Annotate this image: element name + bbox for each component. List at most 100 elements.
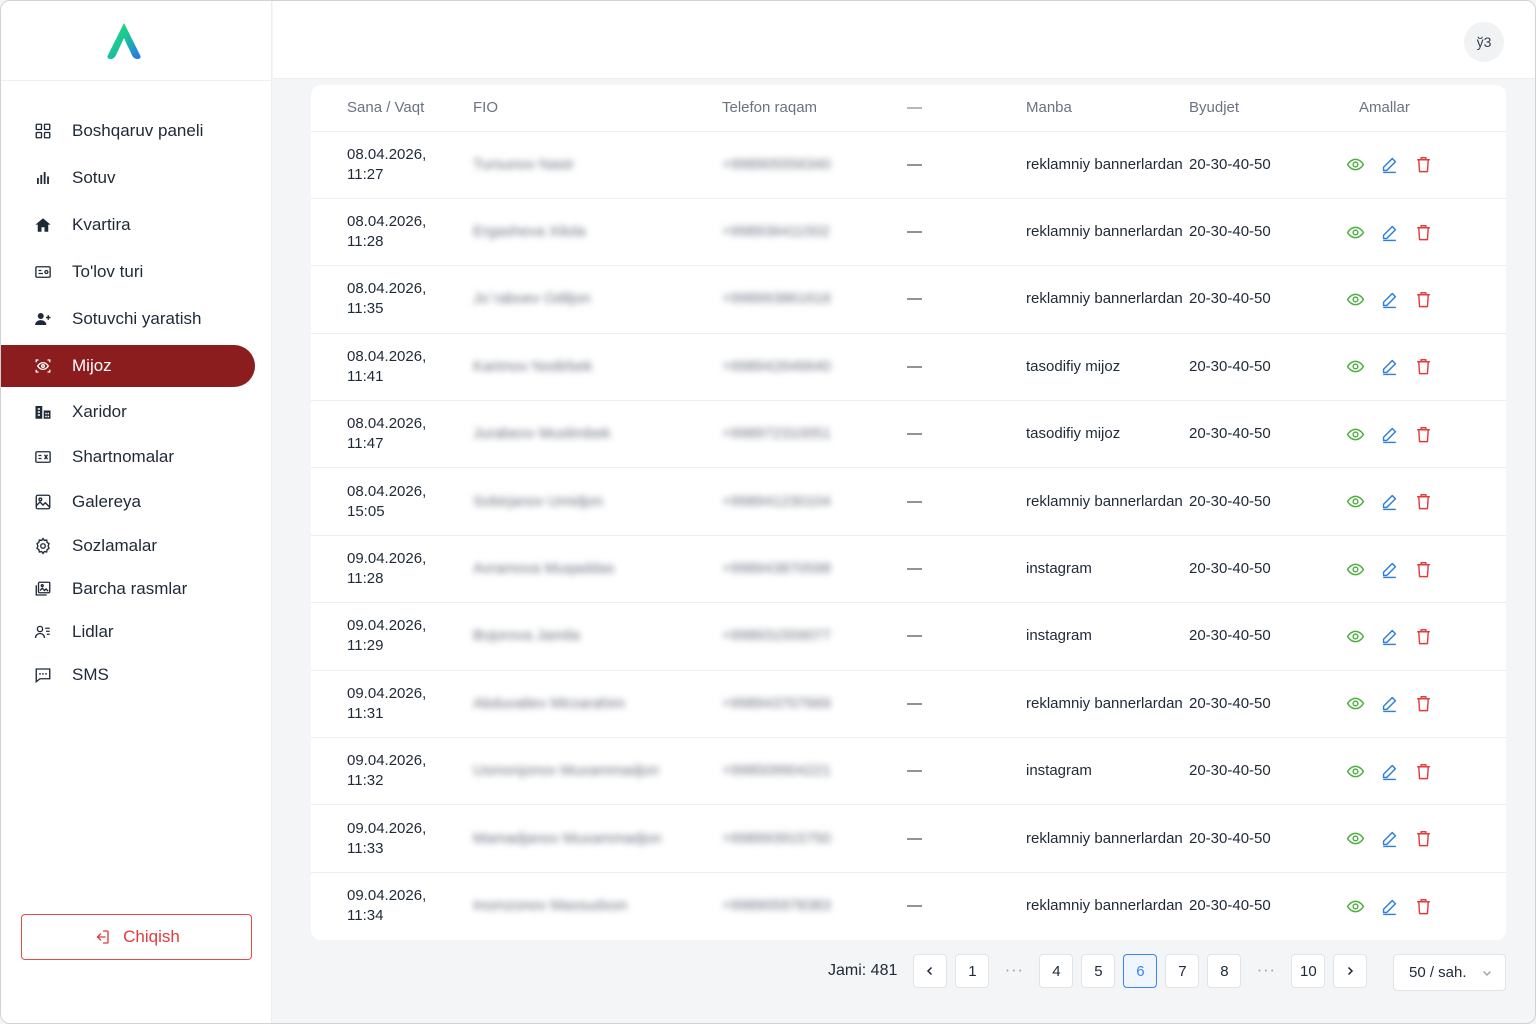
cell-actions <box>1339 131 1506 199</box>
delete-trash-icon[interactable] <box>1413 222 1433 242</box>
fio-text: Tursunov Nasir <box>473 155 575 173</box>
delete-trash-icon[interactable] <box>1413 626 1433 646</box>
edit-pencil-icon[interactable] <box>1379 357 1399 377</box>
delete-trash-icon[interactable] <box>1413 289 1433 309</box>
page-button-5[interactable]: 5 <box>1081 954 1116 988</box>
delete-trash-icon[interactable] <box>1413 424 1433 444</box>
view-eye-icon[interactable] <box>1345 559 1365 579</box>
table-row[interactable]: 09.04.2026, 11:34 Inomzonov Maxsudxon +9989… <box>311 872 1506 939</box>
sidebar-item-galereya[interactable]: Galereya <box>1 481 255 523</box>
pagination-ellipsis[interactable]: • • • <box>997 954 1031 988</box>
date-text: 09.04.2026, <box>347 550 427 568</box>
table-row[interactable]: 09.04.2026, 11:33 Mamadjanov Muxammadjon +9… <box>311 804 1506 873</box>
edit-pencil-icon[interactable] <box>1379 559 1399 579</box>
table-row[interactable]: 08.04.2026, 11:28 Ergasheva Xilola +9989364… <box>311 198 1506 267</box>
next-page-button[interactable] <box>1333 954 1368 988</box>
cell-phone: +998936411502 <box>722 198 907 267</box>
table-row[interactable]: 08.04.2026, 15:05 Sobirjanov Umidjon +99894… <box>311 467 1506 536</box>
edit-pencil-icon[interactable] <box>1379 492 1399 512</box>
sidebar-item-xaridor[interactable]: Xaridor <box>1 391 255 433</box>
edit-pencil-icon[interactable] <box>1379 155 1399 175</box>
view-eye-icon[interactable] <box>1345 626 1365 646</box>
page-list: 1 • • • 4 5 6 7 8 • • • 10 <box>955 954 1333 988</box>
sidebar-item-shartnomalar[interactable]: Shartnomalar <box>1 436 255 478</box>
language-switch-button[interactable]: ў3 <box>1464 22 1504 62</box>
edit-pencil-icon[interactable] <box>1379 829 1399 849</box>
table-row[interactable]: 08.04.2026, 11:35 Jo`raboev Odiljon +998993… <box>311 265 1506 334</box>
cell-date: 08.04.2026, 11:35 <box>311 265 473 334</box>
delete-trash-icon[interactable] <box>1413 559 1433 579</box>
sidebar-item-sms[interactable]: SMS <box>1 654 255 696</box>
cell-dash: — <box>907 131 1026 199</box>
edit-pencil-icon[interactable] <box>1379 424 1399 444</box>
table-row[interactable]: 08.04.2026, 11:41 Karimov Nodirbek +9989426… <box>311 333 1506 402</box>
page-button-10[interactable]: 10 <box>1291 954 1326 988</box>
cell-fio: Jo`raboev Odiljon <box>473 265 722 334</box>
page-button-6[interactable]: 6 <box>1123 954 1158 988</box>
view-eye-icon[interactable] <box>1345 289 1365 309</box>
sidebar-item-barcha-rasmlar[interactable]: Barcha rasmlar <box>1 568 255 610</box>
cell-dash: — <box>907 602 1026 671</box>
sidebar-item-kvartira[interactable]: Kvartira <box>1 204 255 246</box>
time-text: 11:29 <box>347 637 384 655</box>
sidebar-item-sotuv[interactable]: Sotuv <box>1 157 255 199</box>
cell-dash: — <box>907 265 1026 334</box>
page-button-8[interactable]: 8 <box>1207 954 1242 988</box>
edit-pencil-icon[interactable] <box>1379 896 1399 916</box>
column-header-date[interactable]: Sana / Vaqt <box>311 85 473 132</box>
view-eye-icon[interactable] <box>1345 694 1365 714</box>
table-row[interactable]: 09.04.2026, 11:32 Usmonjonov Muxammadjon +9… <box>311 737 1506 806</box>
cell-date: 09.04.2026, 11:34 <box>311 872 473 939</box>
page-button-4[interactable]: 4 <box>1039 954 1074 988</box>
column-header-budget[interactable]: Byudjet <box>1189 85 1339 132</box>
view-eye-icon[interactable] <box>1345 492 1365 512</box>
edit-pencil-icon[interactable] <box>1379 222 1399 242</box>
edit-pencil-icon[interactable] <box>1379 289 1399 309</box>
page-button-7[interactable]: 7 <box>1165 954 1200 988</box>
cell-budget: 20-30-40-50 <box>1189 467 1339 536</box>
view-eye-icon[interactable] <box>1345 761 1365 781</box>
edit-pencil-icon[interactable] <box>1379 761 1399 781</box>
view-eye-icon[interactable] <box>1345 829 1365 849</box>
table-row[interactable]: 09.04.2026, 11:28 Avramova Muqaddas +998943… <box>311 535 1506 604</box>
view-eye-icon[interactable] <box>1345 357 1365 377</box>
delete-trash-icon[interactable] <box>1413 896 1433 916</box>
sidebar-item-lidlar[interactable]: Lidlar <box>1 611 255 653</box>
delete-trash-icon[interactable] <box>1413 761 1433 781</box>
sidebar-item-sotuvchi-yaratish[interactable]: Sotuvchi yaratish <box>1 298 255 340</box>
table-row[interactable]: 08.04.2026, 11:47 Jurabeov Muslimbek +99897… <box>311 400 1506 469</box>
prev-page-button[interactable] <box>913 954 948 988</box>
cell-source: reklamniy bannerlardan <box>1026 897 1183 915</box>
page-button-1[interactable]: 1 <box>955 954 990 988</box>
date-text: 09.04.2026, <box>347 684 427 702</box>
edit-pencil-icon[interactable] <box>1379 626 1399 646</box>
view-eye-icon[interactable] <box>1345 896 1365 916</box>
sidebar-item-mijoz[interactable]: Mijoz <box>1 345 255 387</box>
column-header-actions: Amallar <box>1339 85 1506 132</box>
view-eye-icon[interactable] <box>1345 155 1365 175</box>
view-eye-icon[interactable] <box>1345 424 1365 444</box>
delete-trash-icon[interactable] <box>1413 492 1433 512</box>
delete-trash-icon[interactable] <box>1413 829 1433 849</box>
logo-area <box>1 1 271 81</box>
delete-trash-icon[interactable] <box>1413 694 1433 714</box>
table-row[interactable]: 08.04.2026, 11:27 Tursunov Nasir +998905556… <box>311 131 1506 199</box>
app-logo-icon[interactable] <box>102 21 146 61</box>
cell-date: 09.04.2026, 11:33 <box>311 804 473 873</box>
page-size-select[interactable]: 50 / sah. <box>1393 954 1506 991</box>
delete-trash-icon[interactable] <box>1413 155 1433 175</box>
cell-date: 09.04.2026, 11:28 <box>311 535 473 604</box>
view-eye-icon[interactable] <box>1345 222 1365 242</box>
column-header-phone[interactable]: Telefon raqam <box>722 85 907 132</box>
sidebar-item-boshqaruv-paneli[interactable]: Boshqaruv paneli <box>1 110 255 152</box>
logout-button[interactable]: Chiqish <box>21 914 252 960</box>
sidebar-item-to-lov-turi[interactable]: To'lov turi <box>1 251 255 293</box>
column-header-source[interactable]: Manba <box>1026 85 1189 132</box>
edit-pencil-icon[interactable] <box>1379 694 1399 714</box>
sidebar-item-sozlamalar[interactable]: Sozlamalar <box>1 525 255 567</box>
pagination-ellipsis[interactable]: • • • <box>1249 954 1283 988</box>
table-row[interactable]: 09.04.2026, 11:29 Bojorova Jamila +99893155… <box>311 602 1506 671</box>
column-header-fio[interactable]: FIO <box>473 85 722 132</box>
table-row[interactable]: 09.04.2026, 11:31 Abduvaliev Mirzarahim +99… <box>311 670 1506 739</box>
delete-trash-icon[interactable] <box>1413 357 1433 377</box>
